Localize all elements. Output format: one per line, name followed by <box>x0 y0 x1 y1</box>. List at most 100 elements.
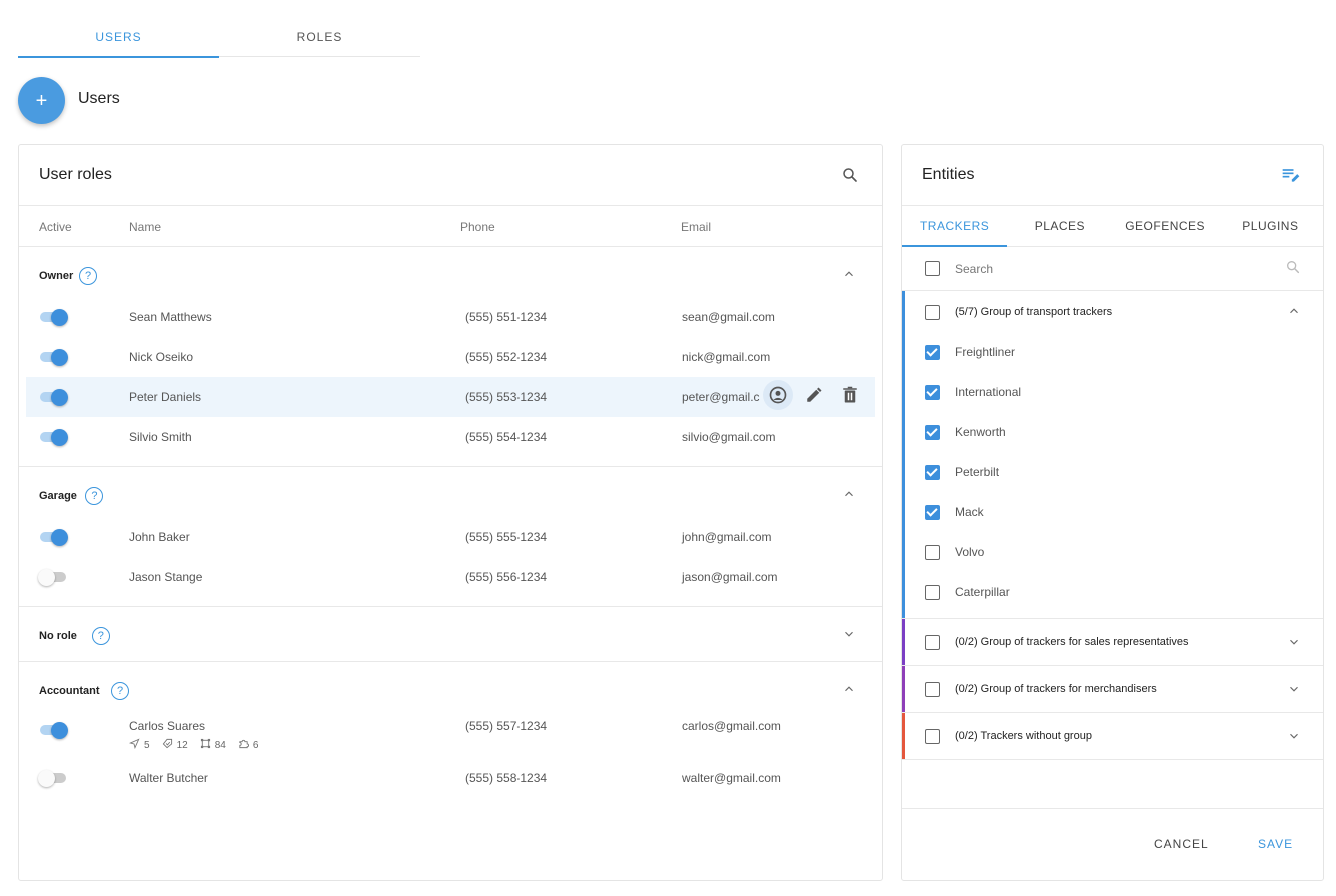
tab-trackers[interactable]: TRACKERS <box>902 206 1008 247</box>
tracker-group: (0/2) Trackers without group <box>902 713 1323 760</box>
active-toggle[interactable] <box>39 389 69 406</box>
user-name: Sean Matthews <box>129 310 212 324</box>
active-toggle[interactable] <box>39 529 69 546</box>
chevron-up-icon[interactable] <box>1287 304 1301 323</box>
chevron-down-icon[interactable] <box>1287 635 1301 654</box>
column-name[interactable]: Name <box>129 220 161 234</box>
user-row[interactable]: Nick Oseiko (555) 552-1234 nick@gmail.com <box>19 337 882 377</box>
tracker-checkbox[interactable] <box>925 545 940 560</box>
user-email: sean@gmail.com <box>682 310 775 324</box>
group-title: (0/2) Group of trackers for merchandiser… <box>955 683 1157 695</box>
group-header[interactable]: (0/2) Trackers without group <box>902 713 1323 759</box>
active-toggle[interactable] <box>39 429 69 446</box>
toggle-knob <box>51 349 68 366</box>
column-email[interactable]: Email <box>681 220 711 234</box>
user-row[interactable]: Jason Stange (555) 556-1234 jason@gmail.co… <box>19 557 882 597</box>
column-active[interactable]: Active <box>39 220 72 234</box>
group-title: (0/2) Group of trackers for sales repres… <box>955 636 1189 648</box>
user-row[interactable]: Silvio Smith (555) 554-1234 silvio@gmail.c… <box>19 417 882 457</box>
entities-title: Entities <box>922 166 975 183</box>
chevron-down-icon[interactable] <box>1287 682 1301 701</box>
role-name: Accountant <box>39 685 100 697</box>
delete-icon[interactable] <box>835 380 865 410</box>
role-section-header[interactable]: Garage? <box>19 467 882 517</box>
add-user-button[interactable]: + <box>18 77 65 124</box>
tracker-checkbox[interactable] <box>925 425 940 440</box>
entity-search-input[interactable]: Search <box>955 262 993 276</box>
role-section-header[interactable]: No role? <box>19 607 882 657</box>
tracker-checkbox[interactable] <box>925 345 940 360</box>
tracker-item[interactable]: Volvo <box>902 534 1323 574</box>
user-row[interactable]: John Baker (555) 555-1234 john@gmail.com <box>19 517 882 557</box>
user-row[interactable]: Sean Matthews (555) 551-1234 sean@gmail.co… <box>19 297 882 337</box>
toggle-knob <box>38 569 55 586</box>
tracker-checkbox[interactable] <box>925 465 940 480</box>
tracker-item[interactable]: Peterbilt <box>902 454 1323 494</box>
stat-value: 12 <box>176 739 188 751</box>
active-toggle[interactable] <box>39 349 69 366</box>
active-toggle[interactable] <box>39 722 69 739</box>
active-toggle[interactable] <box>39 309 69 326</box>
search-icon[interactable] <box>838 163 862 187</box>
tracker-item[interactable]: Kenworth <box>902 414 1323 454</box>
entity-search-row: Search <box>902 247 1323 291</box>
user-row[interactable]: Peter Daniels (555) 553-1234 peter@gmail.c <box>26 377 875 417</box>
list-edit-icon[interactable] <box>1279 163 1303 187</box>
active-toggle[interactable] <box>38 770 69 787</box>
plugin-icon <box>238 738 249 752</box>
group-header[interactable]: (5/7) Group of transport trackers <box>902 291 1323 334</box>
save-button[interactable]: SAVE <box>1258 837 1293 851</box>
chevron-down-icon[interactable] <box>842 627 858 643</box>
role-section: Garage? John Baker (555) 555-1234 john@gmai… <box>19 467 882 607</box>
toggle-knob <box>51 309 68 326</box>
row-actions <box>763 380 865 410</box>
user-row[interactable]: Walter Butcher (555) 558-1234 walter@gmail… <box>19 758 882 820</box>
user-email: peter@gmail.c <box>682 390 760 404</box>
help-icon[interactable]: ? <box>79 267 97 285</box>
tab-roles[interactable]: ROLES <box>219 17 420 57</box>
chevron-down-icon[interactable] <box>1287 729 1301 748</box>
role-section-header[interactable]: Owner? <box>19 247 882 297</box>
toggle-knob <box>38 770 55 787</box>
tracker-item[interactable]: Freightliner <box>902 334 1323 374</box>
edit-icon[interactable] <box>799 380 829 410</box>
tracker-item[interactable]: International <box>902 374 1323 414</box>
group-checkbox[interactable] <box>925 305 940 320</box>
tracker-checkbox[interactable] <box>925 585 940 600</box>
tracker-checkbox[interactable] <box>925 385 940 400</box>
chevron-up-icon[interactable] <box>842 682 858 698</box>
tracker-item[interactable]: Caterpillar <box>902 574 1323 614</box>
group-checkbox[interactable] <box>925 682 940 697</box>
tab-plugins[interactable]: PLUGINS <box>1218 206 1323 246</box>
tab-places[interactable]: PLACES <box>1007 206 1112 246</box>
chevron-up-icon[interactable] <box>842 487 858 503</box>
chevron-up-icon[interactable] <box>842 267 858 283</box>
account-icon[interactable] <box>763 380 793 410</box>
group-checkbox[interactable] <box>925 729 940 744</box>
user-email: jason@gmail.com <box>682 570 778 584</box>
group-header[interactable]: (0/2) Group of trackers for sales repres… <box>902 619 1323 665</box>
tracker-item[interactable]: Mack <box>902 494 1323 534</box>
stat-value: 5 <box>144 739 150 751</box>
tracker-checkbox[interactable] <box>925 505 940 520</box>
group-checkbox[interactable] <box>925 635 940 650</box>
tracker-group: (5/7) Group of transport trackers Freight… <box>902 291 1323 619</box>
geofence-icon <box>200 738 211 752</box>
tracker-label: Freightliner <box>955 345 1016 359</box>
cancel-button[interactable]: CANCEL <box>1154 837 1209 851</box>
user-row[interactable]: Carlos Suares (555) 557-1234 carlos@gmail.… <box>19 712 882 758</box>
tab-users[interactable]: USERS <box>18 17 219 58</box>
active-toggle[interactable] <box>38 569 69 586</box>
stat-value: 84 <box>214 739 226 751</box>
column-phone[interactable]: Phone <box>460 220 495 234</box>
help-icon[interactable]: ? <box>85 487 104 505</box>
search-icon[interactable] <box>1285 259 1301 280</box>
stat-item: 84 <box>200 738 226 752</box>
help-icon[interactable]: ? <box>91 627 110 645</box>
select-all-checkbox[interactable] <box>925 261 940 276</box>
role-section-header[interactable]: Accountant? <box>19 662 882 712</box>
help-icon[interactable]: ? <box>111 682 129 700</box>
group-title: (5/7) Group of transport trackers <box>955 306 1113 318</box>
tab-geofences[interactable]: GEOFENCES <box>1113 206 1218 246</box>
group-header[interactable]: (0/2) Group of trackers for merchandiser… <box>902 666 1323 712</box>
